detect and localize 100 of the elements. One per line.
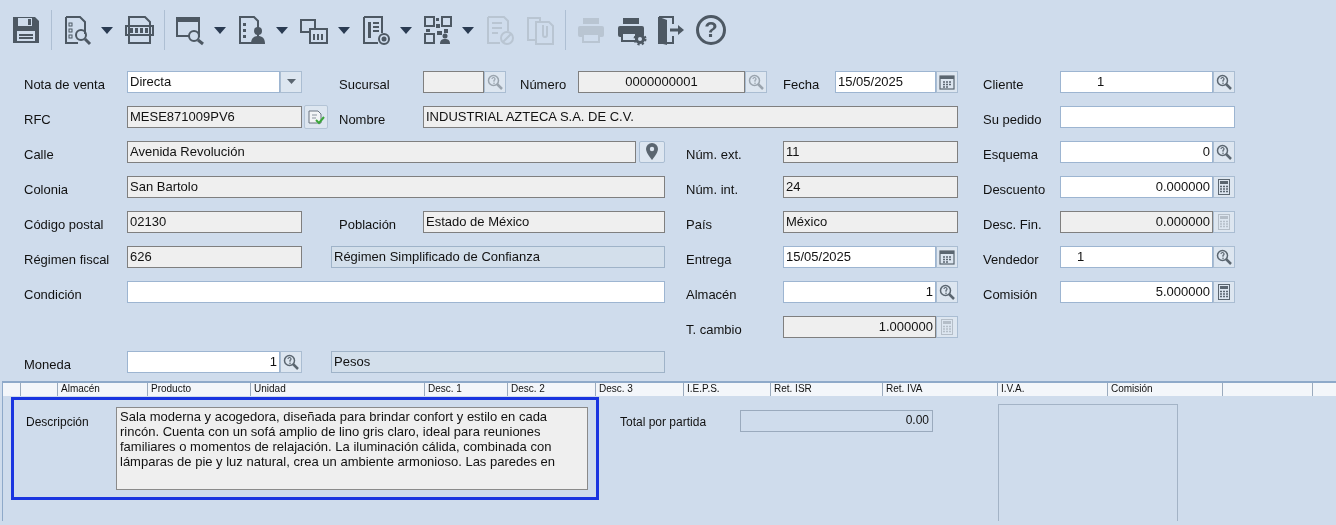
rfc-validate-button[interactable] xyxy=(304,104,328,129)
input-field[interactable]: San Bartolo xyxy=(127,175,665,198)
field-label: País xyxy=(686,216,713,235)
calendar-button[interactable] xyxy=(936,70,958,93)
input-field[interactable]: México xyxy=(783,210,958,233)
calculator-icon xyxy=(941,318,953,335)
input-field[interactable]: INDUSTRIAL AZTECA S.A. DE C.V. xyxy=(423,105,958,128)
input-field[interactable]: 1 xyxy=(127,350,280,373)
date-field[interactable]: 15/05/2025 xyxy=(835,70,936,93)
field-label: Núm. ext. xyxy=(686,146,743,165)
field-label: Fecha xyxy=(783,76,821,95)
column-header: I.V.A. xyxy=(998,383,1108,396)
search-icon xyxy=(748,73,764,90)
input-field[interactable]: 1 xyxy=(783,280,936,303)
document-cancel-icon xyxy=(484,14,516,46)
field-label: Régimen fiscal xyxy=(24,251,111,270)
field-label: Vendedor xyxy=(983,251,1040,270)
calculator-button[interactable] xyxy=(1213,280,1235,303)
caret-icon xyxy=(214,26,226,34)
input-field[interactable]: 0.000000 xyxy=(1060,175,1213,198)
column-header: Almacén xyxy=(58,383,148,396)
field-label: Nombre xyxy=(339,111,387,130)
qr-code-icon xyxy=(422,14,454,46)
map-pin-icon xyxy=(646,143,658,160)
column-header: I.E.P.S. xyxy=(684,383,771,396)
total-label: Total por partida xyxy=(620,414,708,431)
description-field[interactable]: Sala moderna y acogedora, diseñada para brindar confort y estilo en cada rincón. Cuenta con un sofá amplio de lino gris claro, ideal para reuniones familiares o momentos de relajación. La iluminación cálida, combinada con lámparas de pie y luz natural, crea un ambiente armonioso. Las paredes en xyxy=(116,407,588,490)
field-label: Condición xyxy=(24,286,83,305)
input-field[interactable]: 11 xyxy=(783,140,958,163)
field-label: Nota de venta xyxy=(24,76,106,95)
calendar-icon xyxy=(939,73,955,90)
field-label: Esquema xyxy=(983,146,1039,165)
input-field[interactable]: 0000000001 xyxy=(578,70,745,93)
caret-icon xyxy=(276,26,288,34)
input-field[interactable]: 0.000000 xyxy=(1060,210,1213,233)
input-field[interactable]: 1.000000 xyxy=(783,315,936,338)
input-field[interactable] xyxy=(1060,105,1235,128)
caret-icon xyxy=(101,26,113,34)
documents-clip-icon xyxy=(524,14,556,46)
caret-icon xyxy=(286,79,296,84)
search-icon xyxy=(1216,248,1232,265)
field-label: T. cambio xyxy=(686,321,743,340)
calendar-button[interactable] xyxy=(936,245,958,268)
column-header: Desc. 3 xyxy=(596,383,684,396)
search-icon xyxy=(1216,73,1232,90)
map-pin-button[interactable] xyxy=(639,140,665,163)
field-label: Código postal xyxy=(24,216,105,235)
lookup-button[interactable] xyxy=(936,280,958,303)
field-label: Comisión xyxy=(983,286,1039,305)
field-label: Desc. Fin. xyxy=(983,216,1043,235)
column-header: Unidad xyxy=(251,383,425,396)
lookup-button[interactable] xyxy=(1213,140,1235,163)
column-header: Desc. 2 xyxy=(508,383,596,396)
input-field[interactable]: 0 xyxy=(1060,140,1213,163)
column-header: Desc. 1 xyxy=(425,383,508,396)
search-icon xyxy=(939,283,955,300)
document-record-icon xyxy=(360,14,392,46)
field-label: Población xyxy=(339,216,398,235)
field-label: Entrega xyxy=(686,251,733,270)
total-field: 0.00 xyxy=(740,410,933,432)
lookup-button[interactable] xyxy=(280,350,302,373)
input-field[interactable]: Avenida Revolución xyxy=(127,140,636,163)
field-label: Calle xyxy=(24,146,55,165)
lookup-button[interactable] xyxy=(1213,70,1235,93)
search-icon xyxy=(283,353,299,370)
input-field[interactable]: 1 xyxy=(1060,70,1213,93)
field-label: Cliente xyxy=(983,76,1025,95)
input-field[interactable] xyxy=(423,70,484,93)
field-label: Número xyxy=(520,76,568,95)
input-field[interactable]: MESE871009PV6 xyxy=(127,105,302,128)
description-field: Régimen Simplificado de Confianza xyxy=(331,245,665,268)
input-field[interactable]: 5.000000 xyxy=(1060,280,1213,303)
field-label: RFC xyxy=(24,111,52,130)
field-label: Colonia xyxy=(24,181,70,200)
input-field[interactable]: 24 xyxy=(783,175,958,198)
description-field: Pesos xyxy=(331,350,665,373)
column-header: Producto xyxy=(148,383,251,396)
input-field[interactable] xyxy=(127,280,665,303)
counter-icon xyxy=(123,14,155,46)
dropdown-button[interactable] xyxy=(280,70,302,93)
date-field[interactable]: 15/05/2025 xyxy=(783,245,936,268)
caret-icon xyxy=(400,26,412,34)
input-field[interactable]: 626 xyxy=(127,245,302,268)
input-field[interactable]: Estado de México xyxy=(423,210,665,233)
field-label: Núm. int. xyxy=(686,181,739,200)
search-icon xyxy=(487,73,503,90)
search-icon xyxy=(1216,143,1232,160)
input-field[interactable]: 1 xyxy=(1060,245,1213,268)
input-field[interactable]: 02130 xyxy=(127,210,302,233)
calculator-icon xyxy=(1218,213,1230,230)
field-label: Descuento xyxy=(983,181,1047,200)
field-label: Almacén xyxy=(686,286,738,305)
field-label: Sucursal xyxy=(339,76,391,95)
calculator-icon xyxy=(1218,178,1230,195)
lookup-button[interactable] xyxy=(1213,245,1235,268)
window-search-icon xyxy=(174,14,206,46)
column-header: Ret. IVA xyxy=(883,383,998,396)
dropdown-field[interactable]: Directa xyxy=(127,70,280,93)
calculator-button[interactable] xyxy=(1213,175,1235,198)
field-label: Moneda xyxy=(24,356,72,375)
